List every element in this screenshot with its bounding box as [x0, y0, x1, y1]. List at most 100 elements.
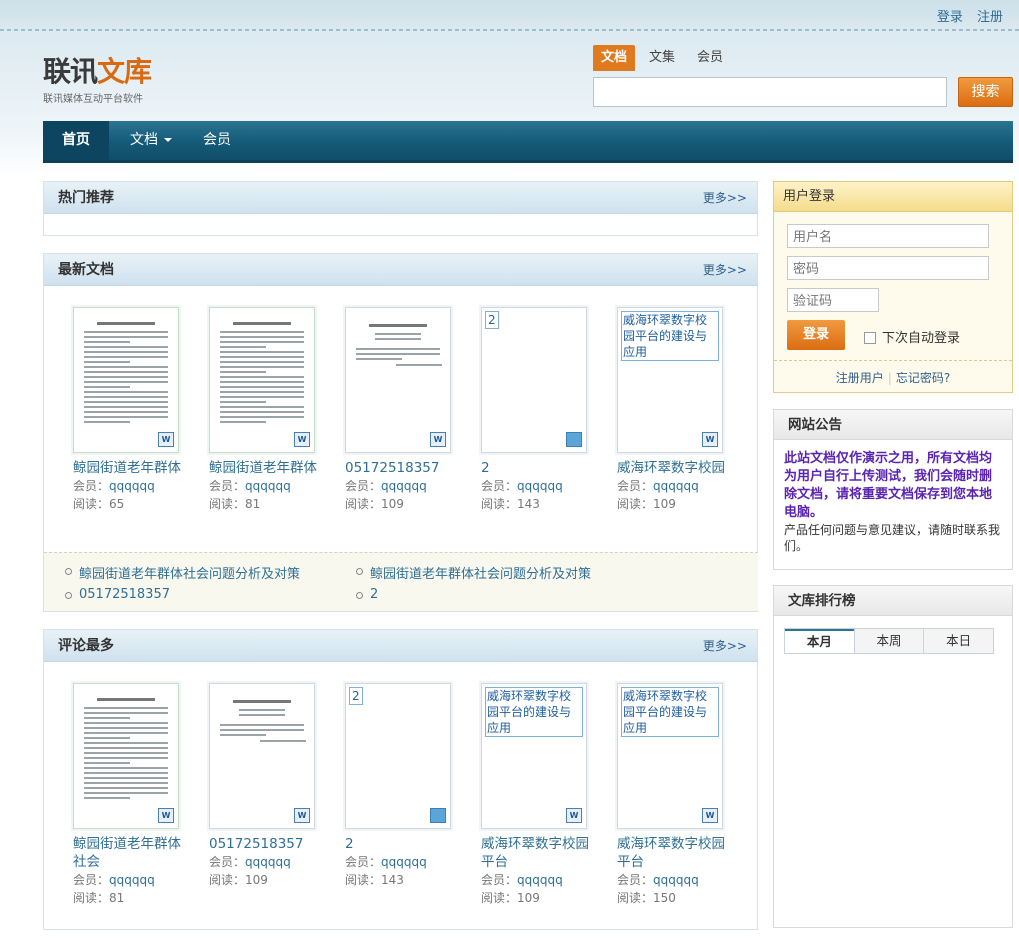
doc-title[interactable]: 05172518357	[209, 835, 327, 853]
remember-label: 下次自动登录	[882, 331, 961, 346]
page-preview	[220, 700, 307, 745]
doc-reads: 阅读：109	[481, 891, 540, 905]
notice-panel: 网站公告 此站文档仅作演示之用，所有文档均为用户自行上传测试，我们会随时删除文档…	[773, 409, 1013, 570]
list-item[interactable]: 05172518357	[65, 587, 170, 602]
doc-title[interactable]: 05172518357	[345, 459, 463, 477]
register-link[interactable]: 注册	[977, 10, 1003, 25]
password-input[interactable]	[787, 256, 989, 280]
search-tab-members[interactable]: 会员	[689, 45, 731, 71]
doc-member: 会员：qqqqqq	[73, 873, 155, 887]
comments-more-link[interactable]: 更多>>	[703, 630, 747, 662]
nav-home[interactable]: 首页	[43, 121, 109, 160]
remember-checkbox[interactable]	[864, 332, 876, 344]
doc-card[interactable]: W 鲸园街道老年群体 会员：qqqqqq 阅读：65	[73, 307, 193, 513]
list-item[interactable]: 鲸园街道老年群体社会问题分析及对策	[356, 563, 591, 582]
doc-title[interactable]: 威海环翠数字校园平台	[481, 835, 599, 871]
ranking-panel: 文库排行榜 本月 本周 本日	[773, 585, 1013, 928]
doc-card[interactable]: W 05172518357 会员：qqqqqq 阅读：109	[345, 307, 465, 513]
latest-more-link[interactable]: 更多>>	[703, 254, 747, 286]
doc-member: 会员：qqqqqq	[617, 873, 699, 887]
login-button[interactable]: 登录	[787, 320, 845, 350]
doc-reads: 阅读：109	[345, 497, 404, 511]
logo-text: 联讯文库	[43, 55, 152, 88]
search-tab-collections[interactable]: 文集	[641, 45, 683, 71]
doc-title[interactable]: 威海环翠数字校园	[617, 459, 735, 477]
comments-panel: 评论最多 更多>> W 鲸园街道老年群体社会 会员：qqqqqq 阅读：81 W…	[43, 629, 758, 930]
doc-member: 会员：qqqqqq	[73, 479, 155, 493]
doc-thumbnail[interactable]: 2	[481, 307, 587, 453]
hot-panel: 热门推荐 更多>>	[43, 181, 758, 236]
doc-card[interactable]: 威海环翠数字校园平台的建设与应用 W 威海环翠数字校园平台 会员：qqqqqq …	[481, 683, 601, 907]
search-input[interactable]	[593, 77, 947, 107]
username-input[interactable]	[787, 224, 989, 248]
link-divider: |	[887, 371, 892, 385]
captcha-input[interactable]	[787, 288, 879, 312]
list-item[interactable]: 鲸园街道老年群体社会问题分析及对策	[65, 563, 300, 582]
doc-card[interactable]: W 鲸园街道老年群体 会员：qqqqqq 阅读：81	[209, 307, 329, 513]
doc-file-icon: W	[702, 432, 718, 447]
forgot-password-link[interactable]: 忘记密码?	[896, 371, 950, 385]
doc-reads: 阅读：109	[209, 873, 268, 887]
top-links: 登录 注册	[927, 6, 1003, 25]
doc-member: 会员：qqqqqq	[617, 479, 699, 493]
tab-month[interactable]: 本月	[785, 629, 854, 653]
login-box-title: 用户登录	[774, 182, 1012, 212]
page-preview	[356, 324, 443, 369]
doc-title[interactable]: 鲸园街道老年群体社会	[73, 835, 191, 871]
login-box: 用户登录 登录 下次自动登录 注册用户| 忘记密码?	[773, 181, 1013, 393]
nav-docs[interactable]: 文档	[111, 121, 191, 160]
remember-me[interactable]: 下次自动登录	[864, 327, 960, 346]
list-item[interactable]: 2	[356, 587, 378, 602]
hot-more-link[interactable]: 更多>>	[703, 182, 747, 214]
doc-thumbnail[interactable]: W	[73, 307, 179, 453]
register-user-link[interactable]: 注册用户	[836, 371, 884, 385]
doc-thumbnail[interactable]: 2	[345, 683, 451, 829]
comments-panel-header: 评论最多 更多>>	[44, 630, 757, 662]
doc-reads: 阅读：143	[345, 873, 404, 887]
doc-thumbnail[interactable]: W	[209, 307, 315, 453]
doc-member: 会员：qqqqqq	[481, 873, 563, 887]
notice-title: 网站公告	[774, 410, 1012, 440]
doc-thumbnail[interactable]: W	[345, 307, 451, 453]
doc-title[interactable]: 2	[481, 459, 599, 477]
doc-card[interactable]: 威海环翠数字校园平台的建设与应用 W 威海环翠数字校园 会员：qqqqqq 阅读…	[617, 307, 737, 513]
comments-panel-title: 评论最多	[58, 638, 114, 654]
page-preview	[84, 698, 168, 802]
doc-member: 会员：qqqqqq	[345, 855, 427, 869]
search-button[interactable]: 搜索	[958, 77, 1013, 107]
doc-reads: 阅读：150	[617, 891, 676, 905]
nav-members[interactable]: 会员	[184, 121, 250, 160]
doc-thumbnail-text: 威海环翠数字校园平台的建设与应用	[621, 687, 719, 737]
doc-card[interactable]: W 鲸园街道老年群体社会 会员：qqqqqq 阅读：81	[73, 683, 193, 907]
doc-file-icon: W	[294, 432, 310, 447]
doc-reads: 阅读：65	[73, 497, 125, 511]
ranking-tabs: 本月 本周 本日	[784, 628, 994, 654]
doc-card[interactable]: W 05172518357 会员：qqqqqq 阅读：109	[209, 683, 329, 889]
latest-panel-header: 最新文档 更多>>	[44, 254, 757, 286]
search-tab-docs[interactable]: 文档	[593, 45, 636, 71]
doc-title[interactable]: 鲸园街道老年群体	[73, 459, 191, 477]
notice-text: 此站文档仅作演示之用，所有文档均为用户自行上传测试，我们会随时删除文档，请将重要…	[784, 451, 993, 520]
doc-file-icon	[566, 432, 582, 447]
doc-thumbnail[interactable]: W	[209, 683, 315, 829]
hot-panel-title: 热门推荐	[58, 190, 114, 206]
nav-docs-label: 文档	[130, 132, 158, 148]
doc-thumbnail[interactable]: W	[73, 683, 179, 829]
doc-title[interactable]: 2	[345, 835, 463, 853]
doc-card[interactable]: 2 2 会员：qqqqqq 阅读：143	[345, 683, 465, 889]
tab-day[interactable]: 本日	[923, 629, 994, 653]
doc-thumbnail[interactable]: 威海环翠数字校园平台的建设与应用 W	[481, 683, 587, 829]
tab-week[interactable]: 本周	[853, 629, 924, 653]
doc-card[interactable]: 威海环翠数字校园平台的建设与应用 W 威海环翠数字校园平台 会员：qqqqqq …	[617, 683, 737, 907]
doc-card[interactable]: 2 2 会员：qqqqqq 阅读：143	[481, 307, 601, 513]
doc-title[interactable]: 鲸园街道老年群体	[209, 459, 327, 477]
doc-file-icon: W	[430, 432, 446, 447]
doc-thumbnail[interactable]: 威海环翠数字校园平台的建设与应用 W	[617, 683, 723, 829]
page-preview	[84, 322, 168, 426]
site-logo[interactable]: 联讯文库 联讯媒体互动平台软件	[43, 55, 152, 106]
doc-title[interactable]: 威海环翠数字校园平台	[617, 835, 735, 871]
search-tabs: 文档 文集 会员	[593, 45, 737, 71]
login-link[interactable]: 登录	[937, 10, 963, 25]
doc-thumbnail[interactable]: 威海环翠数字校园平台的建设与应用 W	[617, 307, 723, 453]
doc-thumbnail-text: 2	[349, 687, 363, 705]
